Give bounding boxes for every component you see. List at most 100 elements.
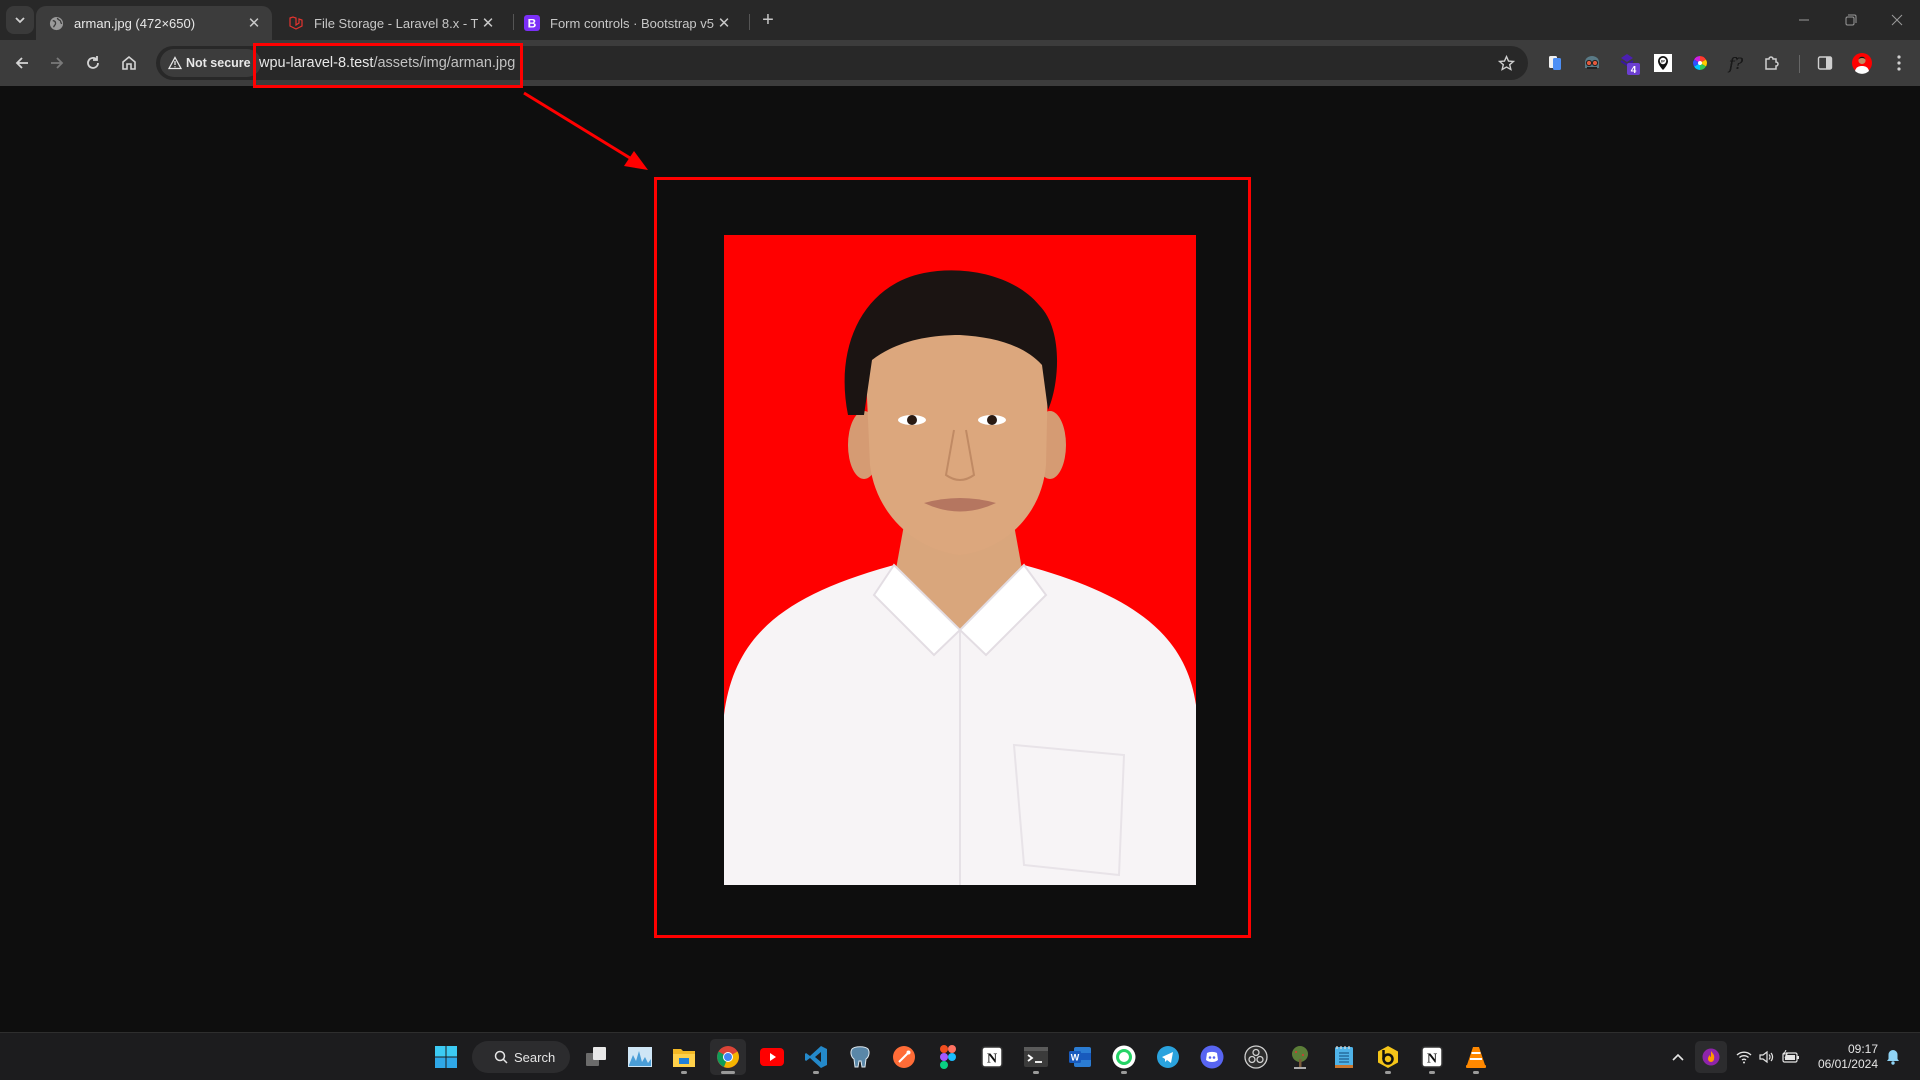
side-panel-icon	[1817, 55, 1833, 71]
more-vertical-icon	[1897, 55, 1901, 71]
taskbar-app-obs[interactable]	[1238, 1039, 1274, 1075]
profile-avatar-button[interactable]	[1850, 51, 1874, 75]
taskbar-app-vlc[interactable]	[1458, 1039, 1494, 1075]
notion-icon: N	[1421, 1046, 1443, 1068]
tab-title: File Storage - Laravel 8.x - The P	[314, 16, 478, 31]
taskbar-app-notepad[interactable]	[1326, 1039, 1362, 1075]
volume-status[interactable]	[1756, 1041, 1778, 1073]
running-indicator	[813, 1071, 819, 1074]
tab-close-icon[interactable]: ✕	[714, 13, 734, 33]
taskbar-app-discord[interactable]	[1194, 1039, 1230, 1075]
chrome-menu-button[interactable]	[1887, 51, 1911, 75]
taskbar-app-resource-monitor[interactable]	[622, 1039, 658, 1075]
taskbar-app-youtube[interactable]	[754, 1039, 790, 1075]
reload-button[interactable]	[79, 49, 107, 77]
windows-taskbar: Search N W	[0, 1032, 1920, 1080]
color-picker-extension-button[interactable]	[1688, 51, 1712, 75]
taskbar-app-whatsapp[interactable]	[1106, 1039, 1142, 1075]
close-window-button[interactable]	[1882, 8, 1912, 32]
wifi-status[interactable]	[1733, 1041, 1755, 1073]
whatsapp-icon	[1112, 1045, 1136, 1069]
taskbar-clock[interactable]: 09:17 06/01/2024	[1808, 1042, 1878, 1072]
word-icon: W	[1068, 1045, 1092, 1069]
laravel-icon	[288, 15, 304, 31]
minimize-icon	[1798, 14, 1810, 26]
taskbar-app-tree[interactable]	[1282, 1039, 1318, 1075]
taskbar-app-pgadmin[interactable]	[842, 1039, 878, 1075]
back-button[interactable]	[8, 49, 36, 77]
font-identifier-extension-icon: f?	[1729, 54, 1744, 73]
flame-app-icon	[1702, 1048, 1720, 1066]
tree-icon	[1288, 1045, 1312, 1069]
running-indicator	[1429, 1071, 1435, 1074]
taskbar-app-terminal[interactable]	[1018, 1039, 1054, 1075]
taskbar-app-postman[interactable]	[886, 1039, 922, 1075]
bandicam-icon	[1376, 1045, 1400, 1069]
tray-app-flame[interactable]	[1695, 1041, 1727, 1073]
vlc-cone-icon	[1465, 1045, 1487, 1069]
restore-button[interactable]	[1836, 8, 1866, 32]
obs-icon	[1244, 1045, 1268, 1069]
stack-extension-icon: 4	[1617, 51, 1641, 75]
telegram-icon	[1156, 1045, 1180, 1069]
tab-close-icon[interactable]: ✕	[478, 13, 498, 33]
tab-title: arman.jpg (472×650)	[74, 16, 244, 31]
notifications-button[interactable]	[1882, 1041, 1904, 1073]
running-indicator	[721, 1071, 735, 1074]
home-button[interactable]	[115, 49, 143, 77]
copy-extension-button[interactable]	[1543, 51, 1567, 75]
taskbar-app-notion-2[interactable]: N	[1414, 1039, 1450, 1075]
extensions-button[interactable]	[1760, 51, 1784, 75]
figma-icon	[940, 1045, 956, 1069]
tab-separator	[749, 14, 750, 30]
spy-extension-button[interactable]	[1580, 51, 1604, 75]
youtube-icon	[760, 1048, 784, 1066]
battery-status[interactable]	[1779, 1041, 1803, 1073]
taskbar-app-figma[interactable]	[930, 1039, 966, 1075]
running-indicator	[681, 1071, 687, 1074]
star-icon	[1498, 55, 1515, 72]
running-indicator	[1473, 1071, 1479, 1074]
svg-text:N: N	[987, 1052, 997, 1067]
pgadmin-elephant-icon	[848, 1045, 872, 1069]
show-hidden-icons-button[interactable]	[1668, 1041, 1688, 1073]
tab-close-icon[interactable]: ✕	[244, 13, 264, 33]
taskbar-app-word[interactable]: W	[1062, 1039, 1098, 1075]
clock-time: 09:17	[1808, 1042, 1878, 1057]
clock-date: 06/01/2024	[1808, 1057, 1878, 1072]
globe-icon	[48, 15, 64, 31]
security-chip[interactable]: Not secure	[160, 49, 261, 77]
tab-bootstrap-form-controls[interactable]: B Form controls · Bootstrap v5.3 ✕	[512, 6, 742, 40]
svg-text:W: W	[1071, 1053, 1080, 1063]
search-label: Search	[514, 1050, 555, 1065]
new-tab-button[interactable]: +	[757, 9, 779, 31]
extensions-puzzle-icon	[1763, 54, 1781, 72]
tab-search-button[interactable]	[6, 6, 34, 34]
tab-strip: arman.jpg (472×650) ✕ File Storage - Lar…	[0, 0, 1920, 40]
taskbar-app-telegram[interactable]	[1150, 1039, 1186, 1075]
running-indicator	[1033, 1071, 1039, 1074]
forward-button[interactable]	[43, 49, 71, 77]
toolbar-separator	[1799, 55, 1800, 73]
taskbar-app-file-explorer[interactable]	[666, 1039, 702, 1075]
bookmark-star-button[interactable]	[1496, 53, 1516, 73]
minimize-button[interactable]	[1789, 8, 1819, 32]
taskbar-app-notion[interactable]: N	[974, 1039, 1010, 1075]
taskbar-app-task-view[interactable]	[578, 1039, 614, 1075]
taskbar-app-bandicam[interactable]	[1370, 1039, 1406, 1075]
side-panel-button[interactable]	[1813, 51, 1837, 75]
ip-location-extension-button[interactable]: IP	[1651, 51, 1675, 75]
taskbar-app-vscode[interactable]	[798, 1039, 834, 1075]
svg-text:N: N	[1427, 1052, 1437, 1067]
taskbar-app-chrome[interactable]	[710, 1039, 746, 1075]
font-identifier-extension-button[interactable]: f?	[1724, 51, 1748, 75]
taskbar-search[interactable]: Search	[472, 1041, 570, 1073]
notepad-icon	[1334, 1045, 1354, 1069]
svg-text:IP: IP	[1661, 59, 1665, 64]
resource-monitor-icon	[628, 1047, 652, 1067]
copy-extension-icon	[1546, 54, 1564, 72]
stack-extension-button[interactable]: 4	[1617, 51, 1641, 75]
tab-file-storage-laravel[interactable]: File Storage - Laravel 8.x - The P ✕	[276, 6, 506, 40]
tab-arman-jpg[interactable]: arman.jpg (472×650) ✕	[36, 6, 272, 40]
start-button[interactable]	[428, 1039, 464, 1075]
